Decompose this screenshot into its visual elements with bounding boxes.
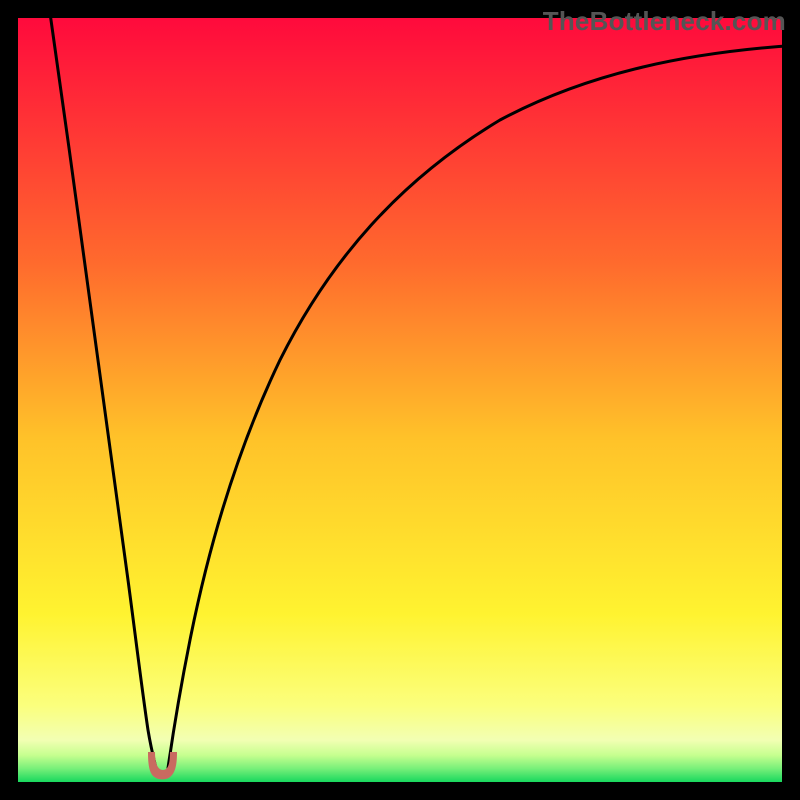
chart-plot-area: [18, 18, 782, 782]
watermark-text: TheBottleneck.com: [543, 6, 786, 37]
bottleneck-chart: [0, 0, 800, 800]
